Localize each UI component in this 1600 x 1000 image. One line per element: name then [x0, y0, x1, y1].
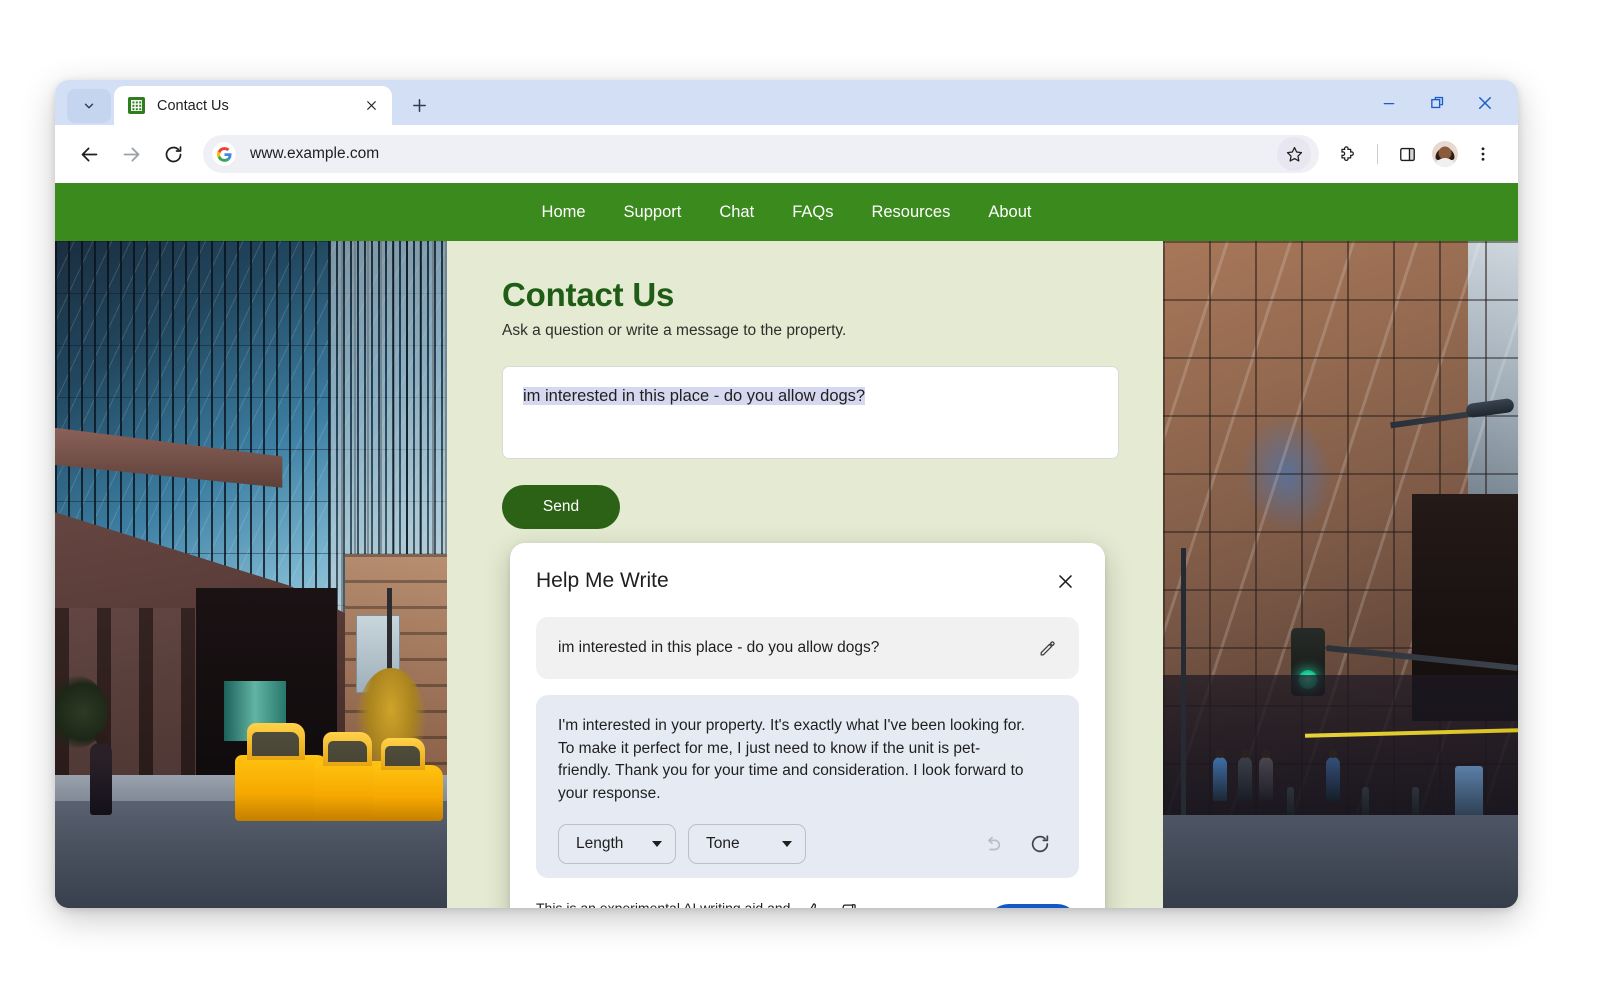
tab-strip: Contact Us [55, 80, 1518, 125]
left-photo-inner [55, 241, 447, 908]
disclaimer-text: This is an experimental AI writing aid a… [536, 898, 791, 909]
dialog-header: Help Me Write [536, 567, 1079, 595]
thumbs-up-button[interactable] [803, 899, 827, 908]
back-button[interactable] [69, 134, 109, 174]
close-window-button[interactable] [1474, 92, 1496, 114]
send-button[interactable]: Send [502, 485, 620, 529]
disclaimer-line-1: This is an experimental AI writing aid a… [536, 899, 791, 909]
pedestrian [1237, 757, 1252, 802]
pedestrian [1258, 757, 1273, 802]
forward-button[interactable] [111, 134, 151, 174]
page-title: Contact Us [502, 276, 675, 313]
message-input[interactable]: im interested in this place - do you all… [502, 366, 1119, 459]
edit-prompt-button[interactable] [1033, 634, 1061, 662]
arrow-right-icon [123, 147, 139, 161]
pedestrian [1326, 757, 1341, 802]
extensions-button[interactable] [1331, 137, 1365, 171]
restore-window-button[interactable] [1426, 92, 1448, 114]
undo-icon [987, 836, 1001, 850]
length-dropdown[interactable]: Length [558, 823, 676, 864]
generated-text: I'm interested in your property. It's ex… [558, 717, 1025, 802]
close-icon [366, 101, 376, 110]
tab-search-button[interactable] [67, 89, 111, 123]
browser-tab[interactable]: Contact Us [114, 86, 392, 125]
length-dropdown-label: Length [576, 834, 624, 852]
window-controls [1378, 80, 1518, 125]
dialog-title: Help Me Write [536, 569, 669, 592]
browser-window: Contact Us www.example.com Home Support … [55, 80, 1518, 908]
pedestrian [1212, 757, 1227, 802]
browser-menu-button[interactable] [1466, 137, 1500, 171]
profile-avatar[interactable] [1432, 141, 1458, 167]
page-subtitle: Ask a question or write a message to the… [502, 322, 847, 339]
tone-dropdown-label: Tone [706, 834, 740, 852]
site-navigation: Home Support Chat FAQs Resources About [55, 183, 1518, 241]
nav-item-resources[interactable]: Resources [871, 203, 950, 222]
nav-item-support[interactable]: Support [624, 203, 682, 222]
restore-window-icon [1430, 96, 1443, 109]
puzzle-piece-icon [1341, 146, 1354, 162]
dialog-close-button[interactable] [1051, 567, 1079, 595]
side-panel-button[interactable] [1390, 137, 1424, 171]
nav-item-chat[interactable]: Chat [719, 203, 754, 222]
reload-button[interactable] [153, 134, 193, 174]
feedback-buttons [803, 898, 860, 908]
result-action-icons [979, 831, 1057, 857]
help-me-write-dialog: Help Me Write im interested in this plac… [510, 543, 1105, 908]
nav-item-about[interactable]: About [988, 203, 1031, 222]
address-bar[interactable]: www.example.com [203, 135, 1319, 173]
three-dot-menu-icon [1481, 147, 1485, 161]
dialog-footer: This is an experimental AI writing aid a… [536, 898, 1079, 909]
right-photo-inner [1163, 241, 1518, 908]
minimize-button[interactable] [1378, 92, 1400, 114]
thumbs-up-icon [810, 902, 820, 908]
tab-close-button[interactable] [360, 95, 382, 117]
undo-button[interactable] [979, 831, 1005, 857]
generated-result-card: I'm interested in your property. It's ex… [536, 695, 1079, 878]
chevron-down-icon [782, 840, 792, 847]
refresh-icon [1031, 834, 1049, 852]
sign-pole [1180, 547, 1186, 828]
result-controls: Length Tone [558, 823, 1057, 864]
star-icon [1286, 146, 1302, 162]
close-icon [1479, 96, 1491, 109]
message-input-value: im interested in this place - do you all… [523, 387, 866, 405]
bookmark-button[interactable] [1277, 137, 1311, 171]
thumbs-down-button[interactable] [836, 899, 860, 908]
chevron-down-icon [652, 840, 662, 847]
avatar-body [1434, 158, 1456, 167]
toolbar-divider [1377, 144, 1378, 164]
insert-button[interactable]: Insert [987, 903, 1079, 908]
prompt-text: im interested in this place - do you all… [558, 639, 880, 656]
plus-icon [412, 98, 426, 112]
pencil-icon [1040, 640, 1055, 655]
browser-toolbar: www.example.com [55, 125, 1518, 183]
nav-item-faqs[interactable]: FAQs [792, 203, 833, 222]
address-bar-url: www.example.com [250, 145, 380, 162]
arrow-left-icon [81, 147, 97, 161]
reload-icon [165, 145, 181, 162]
google-g-icon [212, 142, 236, 166]
new-tab-button[interactable] [402, 88, 436, 122]
left-city-photo [55, 241, 447, 908]
page-content: Home Support Chat FAQs Resources About C… [55, 183, 1518, 908]
close-icon [1058, 574, 1072, 588]
nav-item-home[interactable]: Home [542, 203, 586, 222]
side-panel-icon [1399, 147, 1415, 161]
chevron-down-icon [84, 103, 94, 109]
tone-dropdown[interactable]: Tone [688, 823, 806, 864]
right-city-photo [1163, 241, 1518, 908]
taxi-cab [372, 738, 444, 822]
thumbs-down-icon [842, 903, 856, 908]
minimize-icon [1383, 102, 1395, 104]
tab-title: Contact Us [157, 97, 229, 114]
regenerate-button[interactable] [1027, 831, 1053, 857]
pedestrian [90, 742, 113, 815]
prompt-chip[interactable]: im interested in this place - do you all… [536, 617, 1079, 679]
street [1163, 814, 1518, 908]
tab-favicon-icon [128, 97, 145, 114]
